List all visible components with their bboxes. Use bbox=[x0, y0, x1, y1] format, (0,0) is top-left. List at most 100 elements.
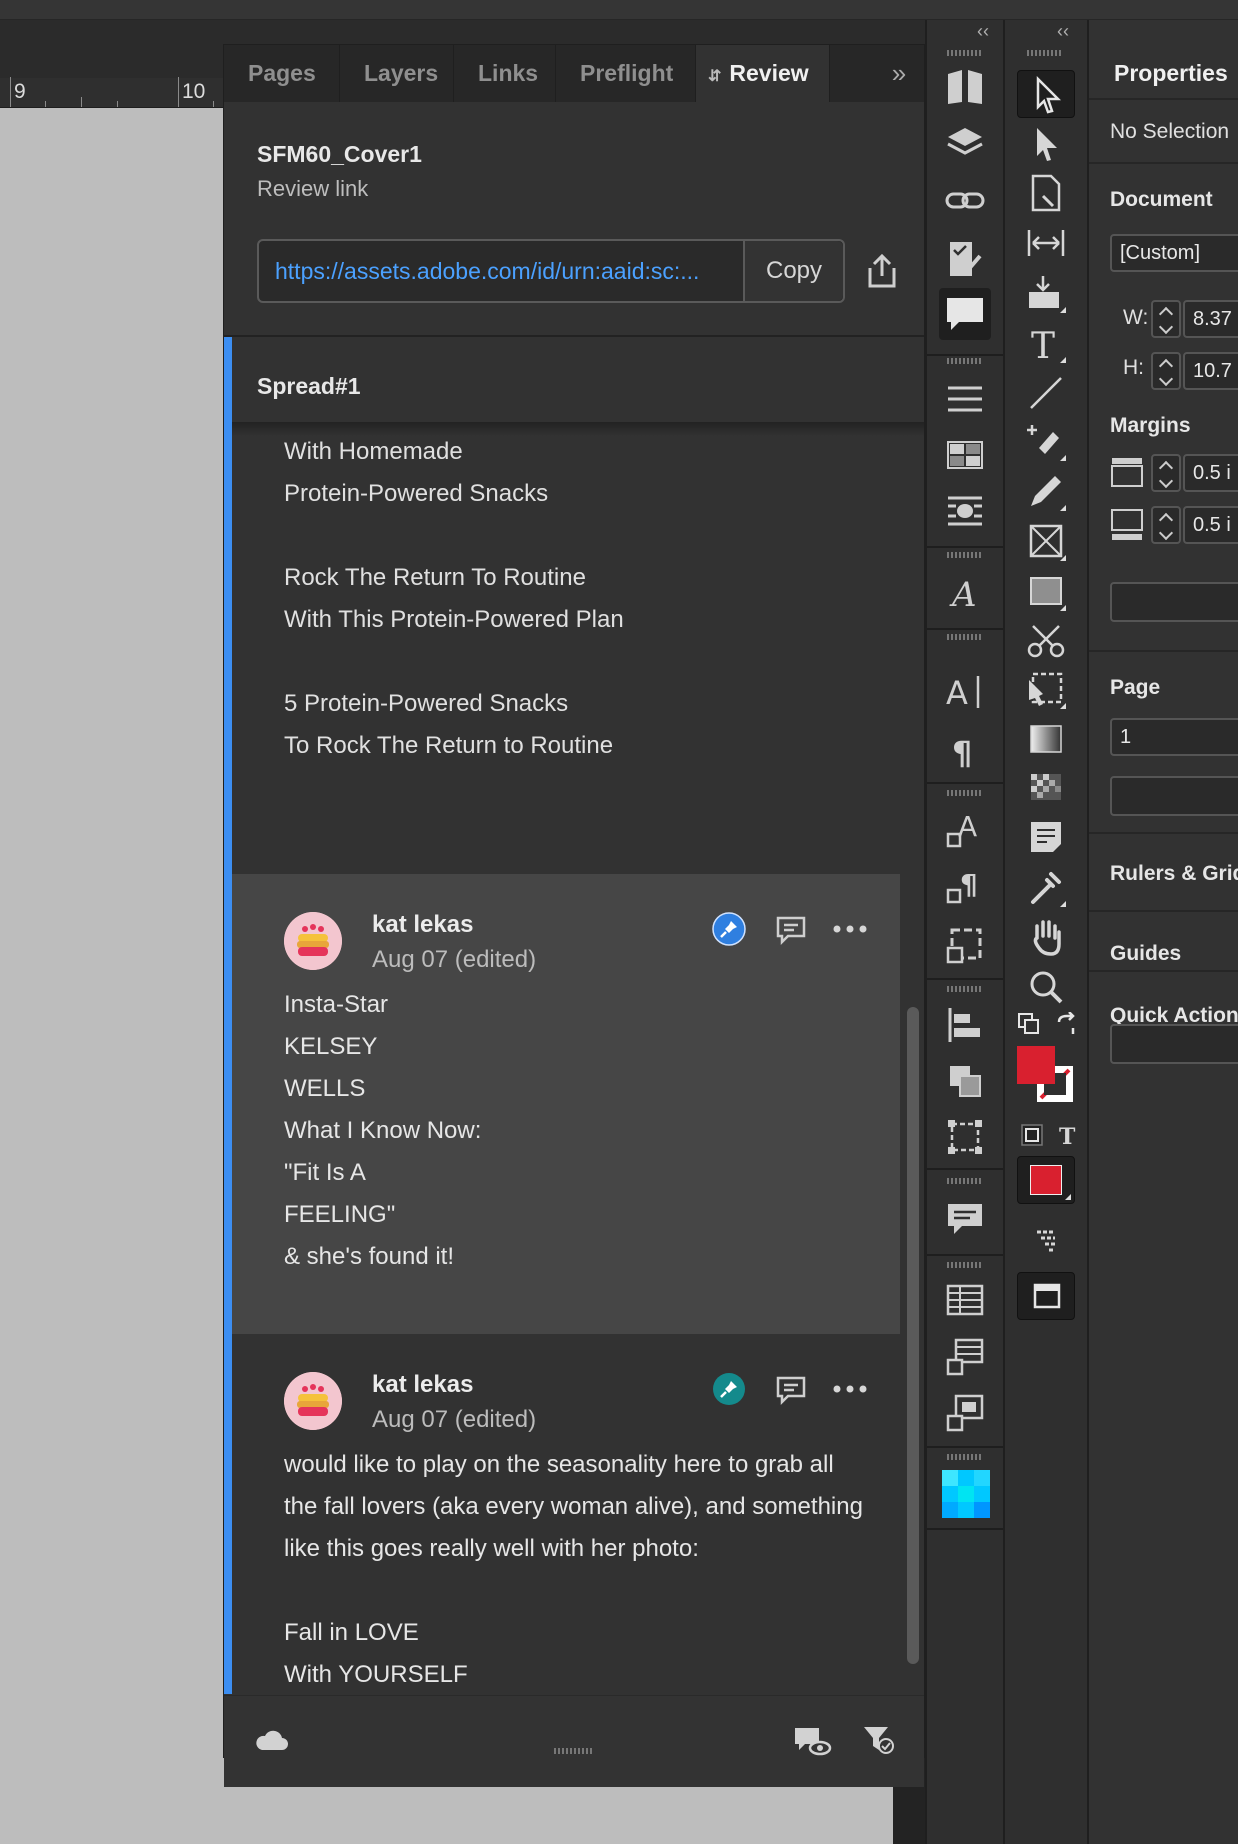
pencil-tool-icon[interactable] bbox=[1023, 468, 1069, 514]
paragraph-styles-icon[interactable]: ¶ bbox=[942, 864, 988, 910]
direct-selection-tool-icon[interactable] bbox=[1023, 120, 1069, 166]
pin-icon[interactable] bbox=[712, 1372, 746, 1406]
panel-resize-grip[interactable] bbox=[224, 1745, 924, 1757]
color-theme-icon[interactable] bbox=[942, 1470, 990, 1518]
width-stepper[interactable] bbox=[1151, 300, 1181, 338]
tab-layers[interactable]: Layers bbox=[340, 45, 454, 102]
table-icon[interactable] bbox=[942, 1278, 988, 1324]
table-styles-icon[interactable] bbox=[942, 1334, 988, 1380]
fill-stroke-swatch[interactable] bbox=[1017, 1046, 1077, 1104]
hand-tool-icon[interactable] bbox=[1023, 914, 1069, 960]
comment-card[interactable]: kat lekas Aug 07 (edited) Insta-Star KEL… bbox=[232, 874, 900, 1334]
character-icon[interactable]: A bbox=[942, 668, 988, 714]
swap-colors-icon[interactable] bbox=[1053, 1011, 1079, 1043]
document-preset-select[interactable]: [Custom] bbox=[1110, 234, 1238, 272]
stroke-icon[interactable] bbox=[942, 376, 988, 422]
grip-dots[interactable] bbox=[947, 50, 983, 56]
more-options-icon[interactable] bbox=[830, 1372, 870, 1406]
tab-preflight[interactable]: Preflight bbox=[556, 45, 696, 102]
align-icon[interactable] bbox=[942, 1002, 988, 1048]
paragraph-icon[interactable]: ¶ bbox=[942, 726, 988, 772]
horizontal-ruler[interactable]: 9 10 bbox=[0, 77, 225, 108]
margin-top-input[interactable]: 0.5 i bbox=[1183, 454, 1238, 492]
line-tool-icon[interactable] bbox=[1023, 370, 1069, 416]
margin-bottom-input[interactable]: 0.5 i bbox=[1183, 506, 1238, 544]
note-tool-icon[interactable] bbox=[1023, 814, 1069, 860]
grip-dots[interactable] bbox=[947, 1262, 983, 1268]
selection-tool-icon[interactable] bbox=[1017, 70, 1075, 118]
comment-card[interactable]: kat lekas Aug 07 (edited) would like to … bbox=[232, 1334, 900, 1694]
rectangle-tool-icon[interactable] bbox=[1023, 568, 1069, 614]
comments-icon[interactable] bbox=[942, 1196, 988, 1242]
grip-dots[interactable] bbox=[1027, 50, 1063, 56]
quick-action-button[interactable] bbox=[1110, 1024, 1238, 1064]
pen-tool-icon[interactable] bbox=[1023, 418, 1069, 464]
grip-dots[interactable] bbox=[947, 634, 983, 640]
screen-mode-icon[interactable] bbox=[1023, 1218, 1069, 1264]
tab-pages[interactable]: Pages bbox=[224, 45, 340, 102]
character-styles-icon[interactable]: A bbox=[942, 808, 988, 854]
default-colors-icon[interactable] bbox=[1017, 1012, 1041, 1041]
page-select[interactable]: 1 bbox=[1110, 718, 1238, 756]
grip-dots[interactable] bbox=[947, 552, 983, 558]
grip-dots[interactable] bbox=[947, 1454, 983, 1460]
edit-page-button[interactable] bbox=[1110, 776, 1238, 816]
tab-links[interactable]: Links bbox=[454, 45, 556, 102]
cell-styles-icon[interactable] bbox=[942, 1390, 988, 1436]
grip-dots[interactable] bbox=[947, 986, 983, 992]
height-input[interactable]: 10.7 bbox=[1183, 352, 1238, 390]
collapse-arrows-icon[interactable]: ‹‹ bbox=[977, 21, 989, 42]
grip-dots[interactable] bbox=[947, 358, 983, 364]
apply-color-icon[interactable] bbox=[1017, 1156, 1075, 1204]
formatting-text-icon[interactable]: T bbox=[1055, 1122, 1081, 1153]
review-link-url[interactable]: https://assets.adobe.com/id/urn:aaid:sc:… bbox=[275, 241, 745, 301]
tab-review[interactable]: ⇵ Review bbox=[696, 45, 830, 102]
margin-top-stepper[interactable] bbox=[1151, 454, 1181, 492]
grip-dots[interactable] bbox=[947, 790, 983, 796]
review-comment-icon[interactable] bbox=[939, 288, 991, 340]
layers-icon[interactable] bbox=[942, 120, 988, 166]
more-options-icon[interactable] bbox=[830, 912, 870, 946]
links-icon[interactable] bbox=[942, 178, 988, 224]
transform-icon[interactable] bbox=[942, 1114, 988, 1160]
gap-tool-icon[interactable] bbox=[1023, 220, 1069, 266]
margin-bottom-stepper[interactable] bbox=[1151, 506, 1181, 544]
pages-icon[interactable] bbox=[942, 64, 988, 110]
content-collector-icon[interactable] bbox=[1023, 270, 1069, 316]
more-tabs-button[interactable]: » bbox=[882, 45, 916, 102]
adjust-layout-button[interactable] bbox=[1110, 582, 1238, 622]
view-mode-icon[interactable] bbox=[1017, 1272, 1075, 1320]
width-input[interactable]: 8.37 bbox=[1183, 300, 1238, 338]
scrollbar-thumb[interactable] bbox=[907, 1007, 919, 1664]
comment-thread[interactable]: Spread#1 With Homemade Protein-Powered S… bbox=[224, 337, 924, 1694]
guides-heading[interactable]: Guides bbox=[1110, 942, 1181, 966]
reply-icon[interactable] bbox=[774, 1372, 808, 1406]
scissors-tool-icon[interactable] bbox=[1023, 618, 1069, 664]
preflight-icon[interactable] bbox=[942, 236, 988, 282]
rectangle-frame-tool-icon[interactable] bbox=[1023, 518, 1069, 564]
rulers-grid-heading[interactable]: Rulers & Grid bbox=[1110, 862, 1238, 886]
formatting-container-icon[interactable] bbox=[1019, 1122, 1045, 1153]
grip-dots[interactable] bbox=[947, 1178, 983, 1184]
gradient-swatch-tool-icon[interactable] bbox=[1023, 716, 1069, 762]
gradient-feather-tool-icon[interactable] bbox=[1023, 764, 1069, 810]
page-tool-icon[interactable] bbox=[1023, 170, 1069, 216]
eyedropper-tool-icon[interactable] bbox=[1023, 864, 1069, 910]
zoom-tool-icon[interactable] bbox=[1023, 964, 1069, 1010]
height-stepper[interactable] bbox=[1151, 352, 1181, 390]
pin-icon[interactable] bbox=[712, 912, 746, 946]
copy-button[interactable]: Copy bbox=[743, 241, 843, 301]
swatches-icon[interactable] bbox=[942, 432, 988, 478]
glyphs-icon[interactable]: A bbox=[942, 570, 988, 616]
collapse-arrows-icon[interactable]: ‹‹ bbox=[1057, 21, 1069, 42]
show-comments-icon[interactable] bbox=[792, 1724, 832, 1763]
share-icon[interactable] bbox=[858, 248, 906, 294]
object-styles-icon[interactable] bbox=[942, 922, 988, 968]
reply-icon[interactable] bbox=[774, 912, 808, 946]
comment-line: Insta-Star bbox=[284, 991, 389, 1018]
pathfinder-icon[interactable] bbox=[942, 1058, 988, 1104]
free-transform-tool-icon[interactable] bbox=[1023, 666, 1069, 712]
type-tool-icon[interactable]: T bbox=[1023, 320, 1069, 367]
review-link-field[interactable]: https://assets.adobe.com/id/urn:aaid:sc:… bbox=[257, 239, 845, 303]
text-wrap-icon[interactable] bbox=[942, 488, 988, 534]
